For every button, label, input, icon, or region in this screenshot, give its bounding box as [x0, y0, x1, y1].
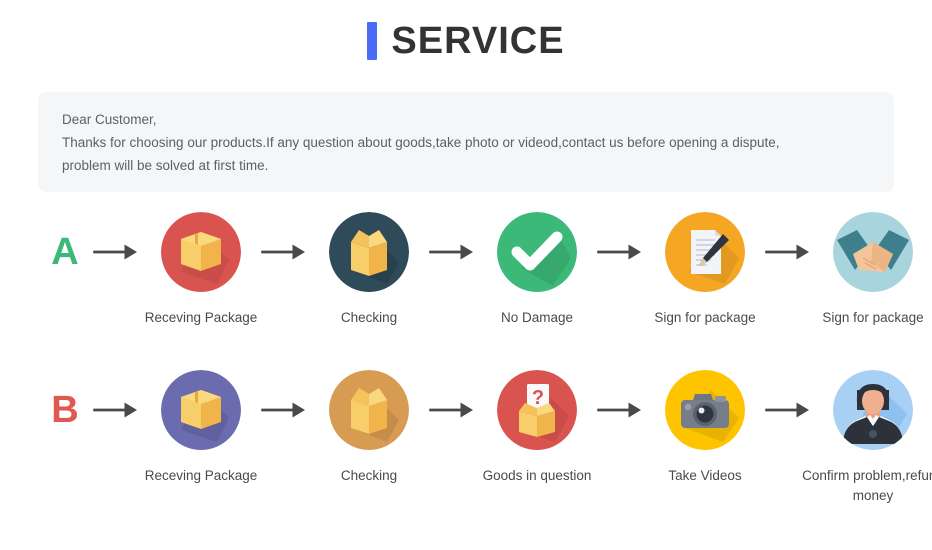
flow-step-label: Sign for package — [654, 310, 756, 325]
document-pen-icon — [665, 212, 745, 292]
flow-step-label: Receving Package — [144, 468, 258, 483]
flow-step: Receving Package — [142, 212, 260, 328]
arrow-icon — [92, 370, 142, 450]
svg-text:?: ? — [532, 387, 544, 409]
arrow-icon — [428, 212, 478, 292]
flow-row-b: B Receving Package Checking ? Goods in q… — [0, 370, 932, 506]
service-infographic-page: SERVICE Dear Customer, Thanks for choosi… — [0, 0, 932, 550]
arrow-icon — [260, 370, 310, 450]
flow-step: ? Goods in question — [478, 370, 596, 486]
flow-step: Receving Package — [142, 370, 260, 486]
closed-box-icon — [161, 212, 241, 292]
open-box-icon — [329, 212, 409, 292]
flow-step: Sign for package — [814, 212, 932, 328]
flow-step: Checking — [310, 370, 428, 486]
arrow-icon — [92, 212, 142, 292]
notice-line-1: Dear Customer, — [62, 112, 157, 127]
customer-notice-banner: Dear Customer, Thanks for choosing our p… — [38, 92, 894, 192]
flow-step-label: Checking — [340, 310, 398, 325]
arrow-icon — [596, 212, 646, 292]
notice-line-2: Thanks for choosing our products.If any … — [62, 135, 780, 150]
flow-step: No Damage — [478, 212, 596, 328]
flow-step-label: Checking — [340, 468, 398, 483]
closed-box-icon — [161, 370, 241, 450]
arrow-icon — [596, 370, 646, 450]
flow-marker-a: A — [51, 231, 79, 273]
flow-step-label: Receving Package — [144, 310, 258, 325]
question-box-icon: ? — [497, 370, 577, 450]
arrow-icon — [260, 212, 310, 292]
page-title: SERVICE — [0, 0, 932, 60]
flow-marker-b: B — [51, 389, 79, 431]
flow-step-label: Goods in question — [482, 468, 592, 483]
checkmark-icon — [497, 212, 577, 292]
flow-row-a: A Receving Package Checking No Damage Si… — [0, 212, 932, 328]
flow-step: Confirm problem,refund money — [802, 370, 932, 506]
handshake-icon — [833, 212, 913, 292]
person-avatar-icon — [833, 370, 913, 450]
open-box-icon — [329, 370, 409, 450]
flow-step: Sign for package — [646, 212, 764, 328]
flow-step: Checking — [310, 212, 428, 328]
flow-step-label: Sign for package — [822, 310, 924, 325]
flow-step-label: Take Videos — [668, 468, 742, 483]
arrow-icon — [428, 370, 478, 450]
arrow-icon — [764, 370, 814, 450]
notice-line-3: problem will be solved at first time. — [62, 158, 269, 173]
arrow-icon — [764, 212, 814, 292]
flow-step: Take Videos — [646, 370, 764, 486]
title-accent-bar — [367, 22, 378, 60]
flow-step-label: Confirm problem,refund money — [802, 468, 932, 503]
page-title-text: SERVICE — [391, 20, 565, 62]
camera-icon — [665, 370, 745, 450]
flow-step-label: No Damage — [500, 310, 574, 325]
